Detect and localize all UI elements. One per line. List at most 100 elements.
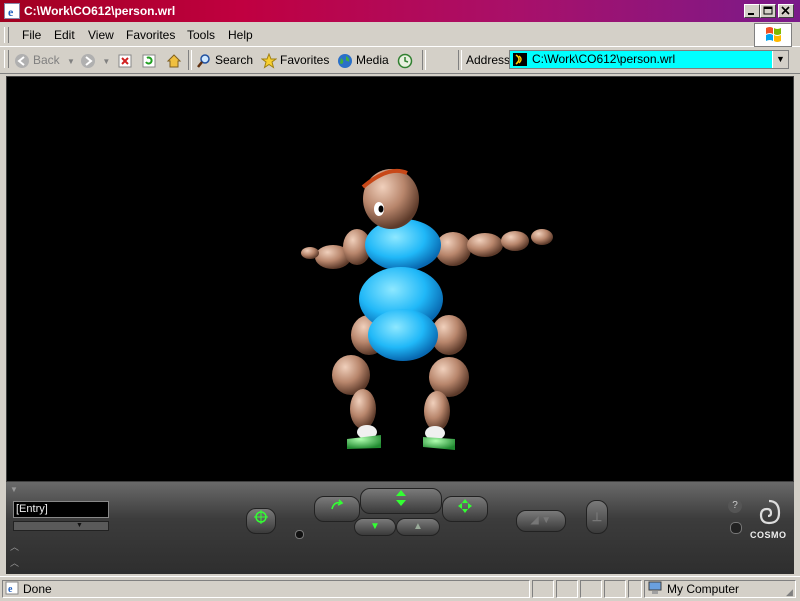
scroll-up-icon[interactable]: ︿: [10, 540, 19, 553]
search-button[interactable]: Search: [196, 51, 253, 69]
history-button[interactable]: [397, 51, 416, 69]
up-arrow-icon: ▲: [413, 521, 423, 532]
forward-button[interactable]: ▼: [80, 51, 110, 69]
search-label: Search: [215, 53, 254, 67]
back-arrow-icon: [14, 53, 30, 69]
straighten-button[interactable]: ⊥: [586, 500, 608, 534]
left-shin: [350, 389, 376, 429]
menu-help[interactable]: Help: [228, 28, 253, 43]
toolbar-separator: [188, 50, 192, 70]
gravity-toggle[interactable]: [295, 530, 304, 539]
status-text: Done: [23, 582, 52, 597]
status-panel-empty: [532, 580, 554, 598]
back-label: Back: [33, 53, 60, 67]
svg-text:e: e: [8, 584, 13, 595]
updown-arrows-icon: [396, 490, 406, 506]
history-icon: [397, 53, 413, 69]
maximize-button[interactable]: [760, 4, 776, 18]
resize-grip-icon[interactable]: ◢: [786, 587, 793, 598]
page-done-icon: e: [5, 581, 19, 599]
media-button[interactable]: Media: [337, 51, 389, 69]
viewpoint-select[interactable]: [Entry]: [13, 501, 109, 518]
window-title: C:\Work\CO612\person.wrl: [24, 4, 176, 18]
cosmo-dashboard: ▼ [Entry] ▼ ︿ ︿ ▼ ▲ ◢ ▼ ⊥ ? COSMO: [6, 482, 794, 574]
left-shoe: [347, 435, 381, 449]
forward-dropdown-icon[interactable]: ▼: [102, 57, 110, 66]
upper-torso: [365, 219, 441, 271]
toolbar-separator: [422, 50, 426, 70]
right-shin: [424, 391, 450, 431]
status-panel-empty: [604, 580, 626, 598]
menu-tools[interactable]: Tools: [187, 28, 215, 43]
pupil: [378, 205, 384, 213]
triangle-icons: ◢ ▼: [530, 515, 552, 526]
cosmo-brand-label: COSMO: [750, 530, 787, 540]
toolbar-grip[interactable]: [4, 50, 9, 68]
dashboard-toggle-icon[interactable]: ▼: [10, 485, 18, 494]
home-button[interactable]: [166, 51, 185, 69]
seek-button[interactable]: [246, 508, 276, 534]
address-label: Address: [466, 53, 511, 67]
zone-panel: My Computer: [644, 580, 796, 598]
step-down-button[interactable]: ▼: [354, 518, 396, 536]
cosmo-logo-icon: [754, 498, 784, 531]
pan-arrows-icon: [458, 499, 472, 513]
help-button[interactable]: ?: [728, 499, 742, 513]
pan-mode-button[interactable]: [442, 496, 488, 522]
viewpoint-dropdown[interactable]: ▼: [13, 521, 109, 531]
step-up-button[interactable]: ▲: [396, 518, 440, 536]
scroll-down-icon[interactable]: ︿: [10, 556, 19, 569]
straighten-icon: ⊥: [591, 510, 603, 524]
svg-text:e: e: [8, 5, 14, 18]
right-knee: [429, 357, 469, 397]
status-panel: e Done: [2, 580, 530, 598]
menu-edit[interactable]: Edit: [54, 28, 75, 43]
right-hand: [531, 229, 553, 245]
media-globe-icon: [337, 53, 353, 69]
ie-page-icon: e: [4, 3, 20, 19]
left-hand: [301, 247, 319, 259]
home-icon: [166, 53, 182, 69]
move-forward-button[interactable]: [360, 488, 442, 514]
toolbar-separator: [458, 50, 462, 70]
back-dropdown-icon[interactable]: ▼: [67, 57, 75, 66]
left-knee: [332, 355, 370, 395]
walk-mode-button[interactable]: [314, 496, 360, 522]
address-dropdown-button[interactable]: ▼: [772, 51, 788, 68]
menu-grip[interactable]: [4, 27, 9, 43]
favorites-label: Favorites: [280, 53, 330, 67]
status-bar: e Done My Computer ◢: [0, 576, 800, 601]
title-bar[interactable]: e C:\Work\CO612\person.wrl: [0, 0, 800, 22]
favorites-button[interactable]: Favorites: [260, 51, 330, 69]
refresh-button[interactable]: [141, 51, 160, 69]
address-field[interactable]: C:\Work\CO612\person.wrl ▼: [509, 50, 789, 69]
prev-next-viewpoint[interactable]: ◢ ▼: [516, 510, 566, 532]
favorites-star-icon: [260, 52, 278, 69]
right-forearm: [467, 233, 503, 257]
back-button[interactable]: Back ▼: [14, 51, 75, 69]
refresh-icon: [141, 53, 157, 69]
status-panel-empty: [556, 580, 578, 598]
head: [363, 169, 419, 229]
status-panel-empty: [580, 580, 602, 598]
menu-view[interactable]: View: [88, 28, 114, 43]
right-upper-arm: [501, 231, 529, 251]
status-panel-empty: [628, 580, 642, 598]
person-model: [301, 168, 553, 450]
address-value: C:\Work\CO612\person.wrl: [532, 52, 676, 66]
minimize-button[interactable]: [744, 4, 760, 18]
menu-bar: File Edit View Favorites Tools Help: [0, 24, 800, 47]
headlight-toggle[interactable]: [730, 522, 742, 534]
search-icon: [196, 53, 212, 69]
menu-file[interactable]: File: [22, 28, 41, 43]
menu-favorites[interactable]: Favorites: [126, 28, 175, 43]
vrml-viewport[interactable]: [6, 76, 794, 482]
computer-icon: [647, 581, 663, 599]
crosshair-icon: [254, 510, 268, 524]
forward-arrow-icon: [80, 53, 96, 69]
stop-button[interactable]: [117, 51, 136, 69]
rotate-arrow-icon: [331, 499, 344, 510]
close-button[interactable]: [778, 4, 794, 18]
zone-text: My Computer: [667, 582, 740, 597]
media-label: Media: [356, 53, 389, 67]
